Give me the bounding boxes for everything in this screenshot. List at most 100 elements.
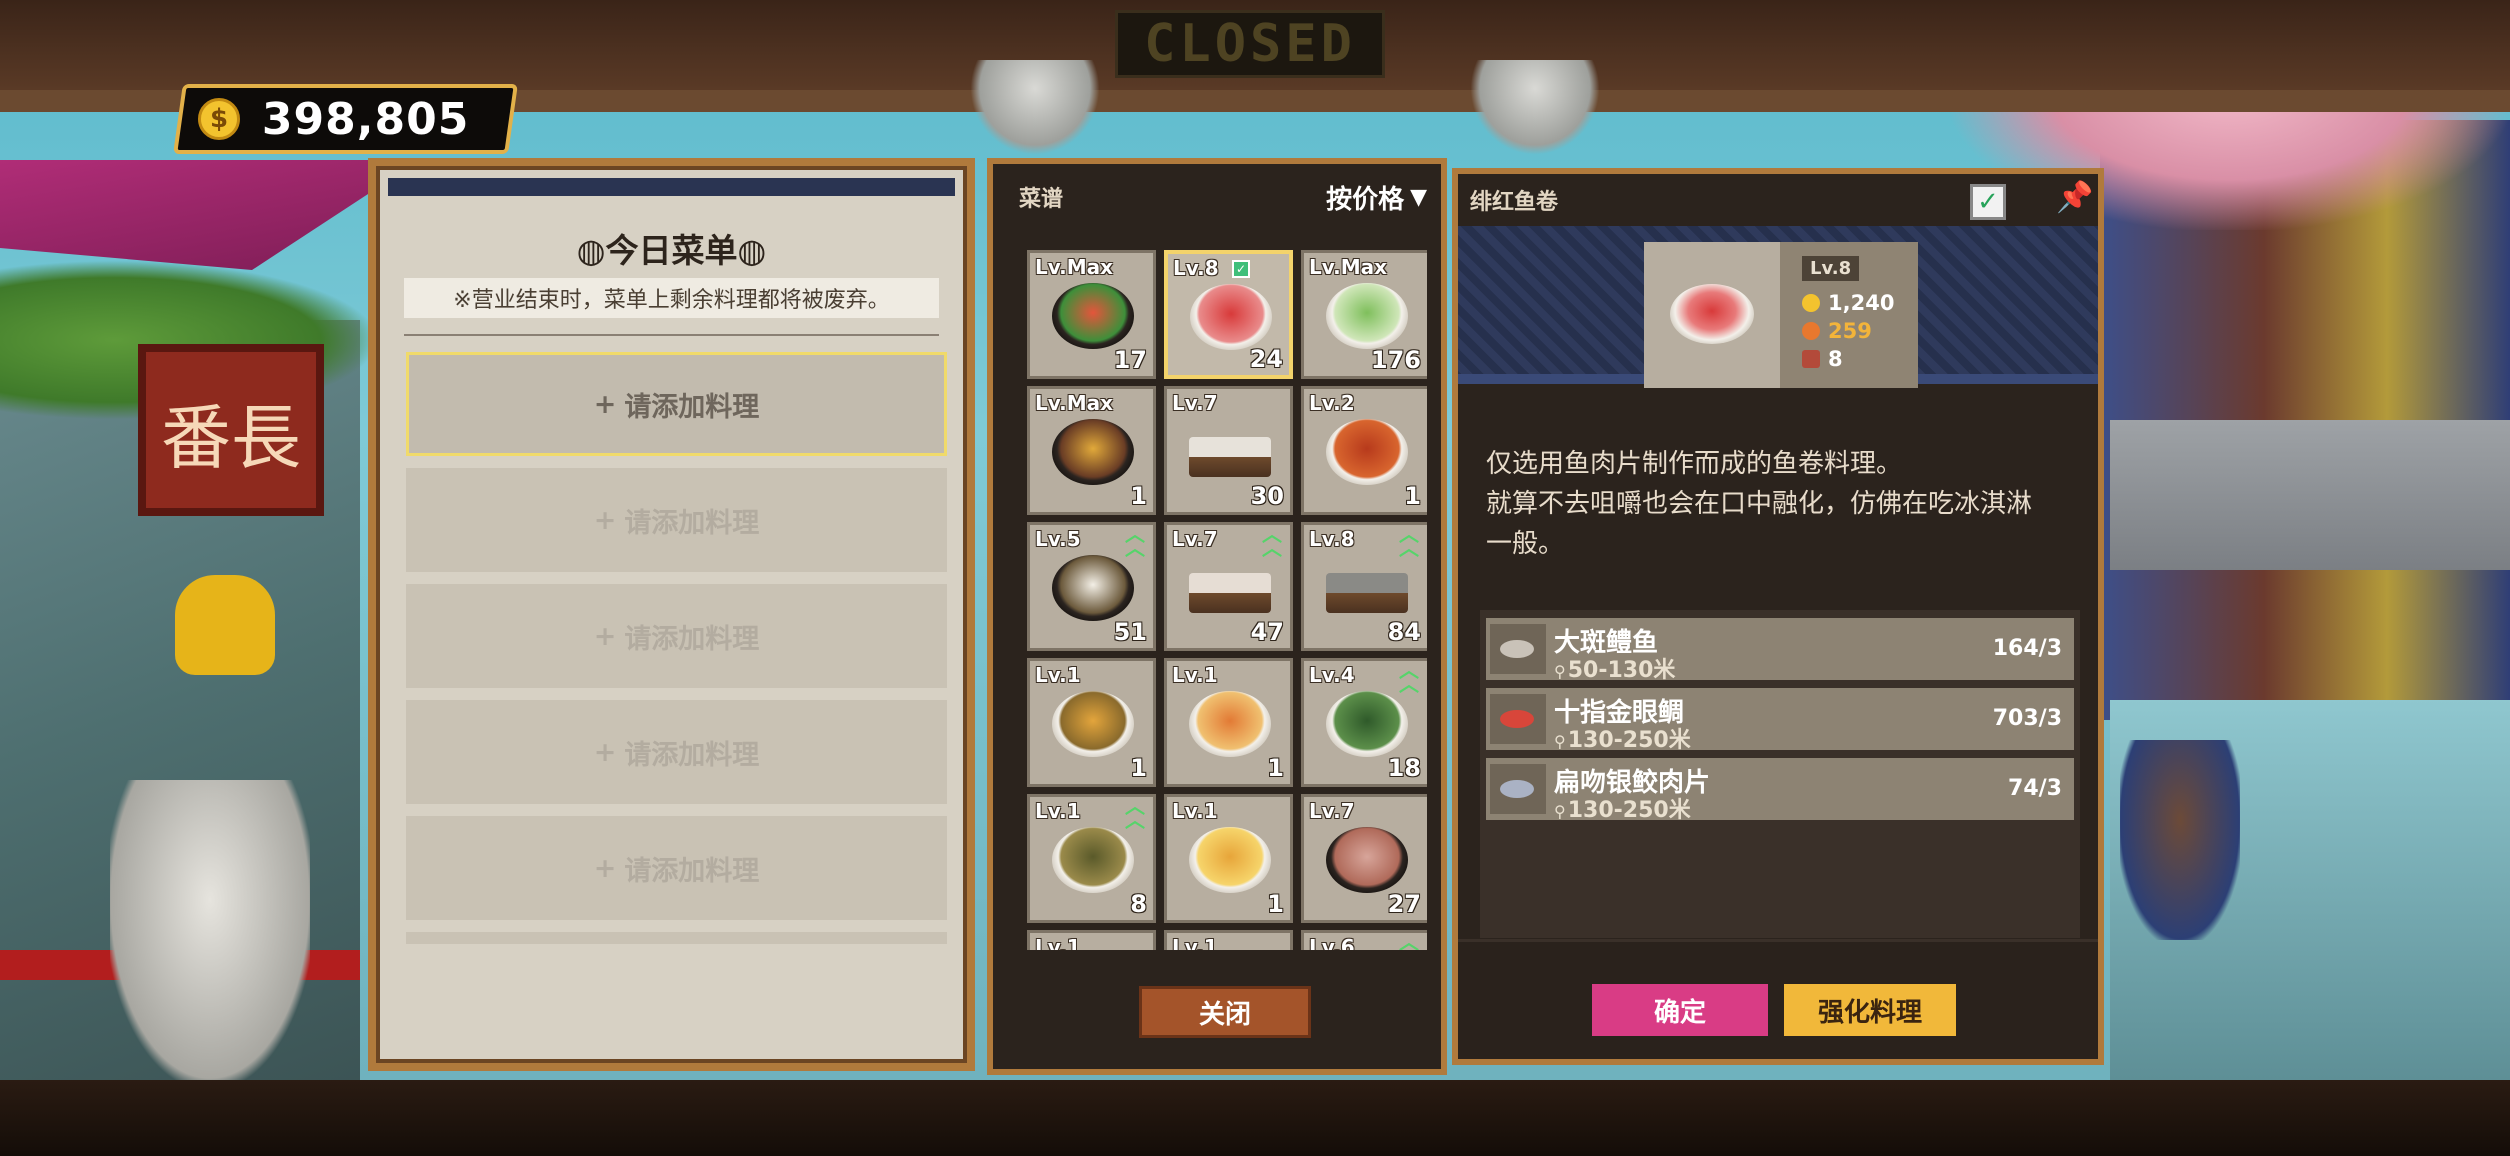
recipe-level: Lv.5 bbox=[1035, 527, 1081, 551]
pendant-lamp bbox=[1470, 60, 1600, 155]
recipe-card[interactable]: Lv.5 ︿ ︿ 51 bbox=[1027, 522, 1156, 651]
chimaera-fish-icon bbox=[1490, 764, 1546, 814]
recipe-card[interactable]: Lv.7 30 bbox=[1164, 386, 1293, 515]
recipe-level: Lv.7 bbox=[1309, 799, 1355, 823]
recipe-card[interactable]: Lv.Max 17 bbox=[1027, 250, 1156, 379]
recipe-level: Lv.1 bbox=[1172, 935, 1218, 950]
description-line: 仅选用鱼肉片制作而成的鱼卷料理。 bbox=[1486, 449, 1903, 479]
recipe-card[interactable]: Lv.6 ︿︿ bbox=[1301, 930, 1427, 950]
restaurant-sign-text: 番長 bbox=[161, 397, 301, 479]
closed-sign: CLOSED bbox=[1115, 10, 1385, 78]
recipe-stock-count: 30 bbox=[1250, 482, 1284, 510]
ingredient-row[interactable]: 扁吻银鲛肉片 ⚲130-250米 74/3 bbox=[1486, 758, 2074, 823]
enhance-dish-button[interactable]: 强化料理 bbox=[1784, 984, 1956, 1036]
location-pin-icon: ⚲ bbox=[1554, 662, 1566, 681]
ingredient-depth-value: 130-250米 bbox=[1567, 798, 1691, 823]
recipe-level: Lv.1 bbox=[1035, 935, 1081, 950]
gold-amount: 398,805 bbox=[262, 93, 470, 145]
recipe-stock-count: 8 bbox=[1130, 890, 1147, 918]
recipe-card[interactable]: Lv.1 1 bbox=[1027, 658, 1156, 787]
description-line: 一般。 bbox=[1486, 529, 1565, 559]
triangle-down-icon: ▼ bbox=[1410, 184, 1427, 210]
pin-icon[interactable]: 📌 bbox=[2056, 180, 2093, 215]
recipe-card[interactable]: Lv.1 ︿ ︿ 8 bbox=[1027, 794, 1156, 923]
recipe-level: Lv.8 bbox=[1309, 527, 1355, 551]
menu-slot-label: 请添加料理 bbox=[624, 855, 760, 887]
recipe-stock-count: 1 bbox=[1267, 754, 1284, 782]
recipes-header: 菜谱 按价格 ▼ bbox=[993, 164, 1441, 230]
menu-slot[interactable]: + 请添加料理 bbox=[406, 816, 947, 920]
recipe-card[interactable]: Lv.Max 176 bbox=[1301, 250, 1427, 379]
menu-slot[interactable]: + 请添加料理 bbox=[406, 700, 947, 804]
detail-footer bbox=[1458, 939, 2098, 1059]
wave-ornament-icon: ◍ bbox=[576, 231, 606, 270]
dish-icon bbox=[1052, 555, 1134, 621]
recipe-card[interactable]: Lv.Max 1 bbox=[1027, 386, 1156, 515]
spotted-fish-icon bbox=[1490, 624, 1546, 674]
recipe-card[interactable]: Lv.1 1 bbox=[1164, 658, 1293, 787]
range-hood bbox=[2110, 420, 2510, 570]
recipe-level: Lv.1 bbox=[1035, 799, 1081, 823]
recipe-card[interactable]: Lv.1 1 bbox=[1164, 794, 1293, 923]
wave-ornament-icon: ◍ bbox=[737, 231, 767, 270]
dish-name: 绯红鱼卷 bbox=[1470, 190, 1559, 215]
servings-icon bbox=[1802, 350, 1820, 368]
ingredient-row[interactable]: 十指金眼鲷 ⚲130-250米 703/3 bbox=[1486, 688, 2074, 753]
today-menu-panel: ◍今日菜单◍ ※营业结束时，菜单上剩余料理都将被废弃。 + 请添加料理 + 请添… bbox=[368, 158, 975, 1071]
red-fish-icon bbox=[1490, 694, 1546, 744]
dish-icon bbox=[1189, 691, 1271, 757]
recipe-level: Lv.1 bbox=[1172, 663, 1218, 687]
today-menu-title: ◍今日菜单◍ bbox=[376, 224, 967, 272]
recipe-level: Lv.Max bbox=[1309, 255, 1388, 279]
menu-slot-partial[interactable] bbox=[406, 932, 947, 944]
recipe-stock-count: 1 bbox=[1404, 482, 1421, 510]
menu-slot[interactable]: + 请添加料理 bbox=[406, 468, 947, 572]
dish-icon bbox=[1052, 827, 1134, 893]
ingredient-quantity: 164/3 bbox=[1992, 636, 2062, 661]
menu-slot[interactable]: + 请添加料理 bbox=[406, 584, 947, 688]
menu-slot-label: 请添加料理 bbox=[624, 623, 760, 655]
checkbox-checked-icon[interactable]: ✓ bbox=[1970, 184, 2006, 220]
recipe-level: Lv.1 bbox=[1172, 799, 1218, 823]
confirm-button[interactable]: 确定 bbox=[1592, 984, 1768, 1036]
fish-roll-dish-icon bbox=[1670, 284, 1754, 344]
recipe-stock-count: 84 bbox=[1387, 618, 1421, 646]
recipe-card[interactable]: Lv.8 ✓ 24 bbox=[1164, 250, 1293, 379]
plus-icon: + bbox=[593, 504, 617, 536]
dish-icon bbox=[1326, 573, 1408, 613]
panel-top-stripe bbox=[388, 178, 955, 196]
dish-taste: 259 bbox=[1828, 319, 1872, 343]
recipe-detail-panel: 绯红鱼卷 ✓ 📌 Lv.8 1,240 259 8 仅选用鱼肉片制作而成的鱼卷料… bbox=[1452, 168, 2104, 1065]
menu-discard-notice: ※营业结束时，菜单上剩余料理都将被废弃。 bbox=[404, 278, 939, 318]
recipe-card[interactable]: Lv.1 bbox=[1027, 930, 1156, 950]
ingredient-depth: ⚲50-130米 bbox=[1554, 652, 1675, 684]
dish-servings: 8 bbox=[1828, 347, 1843, 371]
upgrade-arrow-icon: ︿︿ bbox=[1125, 794, 1145, 832]
sort-dropdown[interactable]: 按价格 ▼ bbox=[1326, 179, 1427, 216]
ingredient-row[interactable]: 大斑鳢鱼 ⚲50-130米 164/3 bbox=[1486, 618, 2074, 683]
recipe-card[interactable]: Lv.2 1 bbox=[1301, 386, 1427, 515]
recipe-stock-count: 17 bbox=[1113, 346, 1147, 374]
description-line: 就算不去咀嚼也会在口中融化，仿佛在吃冰淇淋 bbox=[1486, 489, 2033, 519]
recipe-level: Lv.4 bbox=[1309, 663, 1355, 687]
recipe-card[interactable]: Lv.7 27 bbox=[1301, 794, 1427, 923]
today-menu-title-text: 今日菜单 bbox=[605, 231, 738, 270]
recipe-stock-count: 1 bbox=[1267, 890, 1284, 918]
recipe-card[interactable]: Lv.8 ︿ ︿ 84 bbox=[1301, 522, 1427, 651]
taste-icon bbox=[1802, 322, 1820, 340]
divider bbox=[404, 334, 939, 336]
recipe-card[interactable]: Lv.4 ︿ ︿ 18 bbox=[1301, 658, 1427, 787]
recipe-level: Lv.7 bbox=[1172, 391, 1218, 415]
recipe-stock-count: 51 bbox=[1113, 618, 1147, 646]
recipe-card[interactable]: Lv.7 ︿ ︿ 47 bbox=[1164, 522, 1293, 651]
taste-row: 259 bbox=[1802, 317, 1918, 345]
ingredient-quantity: 703/3 bbox=[1992, 706, 2062, 731]
menu-slot[interactable]: + 请添加料理 bbox=[406, 352, 947, 456]
dish-icon bbox=[1052, 691, 1134, 757]
dish-icon bbox=[1189, 827, 1271, 893]
pendant-lamp bbox=[970, 60, 1100, 155]
dish-stats: Lv.8 1,240 259 8 bbox=[1780, 242, 1918, 388]
sort-label: 按价格 bbox=[1326, 184, 1405, 215]
recipe-card[interactable]: Lv.1 bbox=[1164, 930, 1293, 950]
close-button[interactable]: 关闭 bbox=[1139, 986, 1311, 1038]
